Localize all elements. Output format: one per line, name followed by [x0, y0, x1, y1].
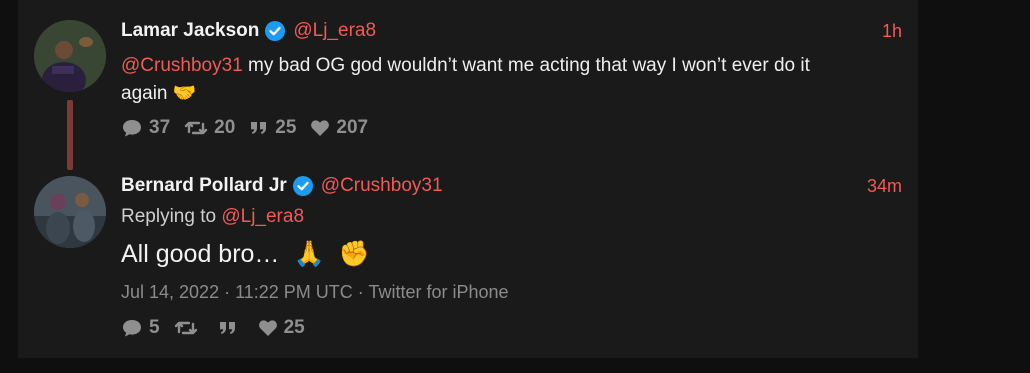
reply-count: 5 — [149, 317, 160, 338]
quote-button[interactable] — [218, 320, 244, 336]
raised-fist-emoji: ✊ — [338, 240, 370, 268]
tweet-text-line2: again — [121, 83, 168, 104]
replying-to-label: Replying to — [121, 206, 217, 227]
like-count: 25 — [283, 317, 305, 338]
tweet-text: All good bro… 🙏 ✊ — [121, 240, 370, 269]
like-button[interactable]: 25 — [258, 317, 305, 339]
tweet-time[interactable]: 34m — [867, 176, 902, 197]
like-button[interactable]: 207 — [310, 117, 368, 139]
display-name[interactable]: Bernard Pollard Jr — [121, 175, 287, 197]
retweet-button[interactable] — [174, 319, 204, 337]
tweet-lamar[interactable]: Lamar Jackson @Lj_era8 1h @Crushboy31 my… — [18, 0, 918, 170]
retweet-count: 20 — [214, 117, 236, 138]
like-count: 207 — [336, 117, 369, 138]
comment-icon — [121, 318, 143, 338]
tweet-thread-card: Lamar Jackson @Lj_era8 1h @Crushboy31 my… — [18, 0, 918, 358]
replying-to: Replying to @Lj_era8 — [121, 206, 304, 228]
tweet-header: Lamar Jackson @Lj_era8 — [121, 20, 376, 42]
tweet-bernard[interactable]: Bernard Pollard Jr @Crushboy31 34m Reply… — [18, 160, 918, 358]
praying-hands-emoji: 🙏 — [293, 240, 325, 268]
retweet-icon — [184, 119, 208, 137]
mention-link[interactable]: @Crushboy31 — [121, 55, 243, 76]
tweet-meta[interactable]: Jul 14, 2022 · 11:22 PM UTC · Twitter fo… — [121, 282, 509, 303]
replying-to-link[interactable]: @Lj_era8 — [221, 206, 304, 227]
comment-icon — [121, 118, 143, 138]
retweet-button[interactable]: 20 — [184, 117, 235, 139]
heart-icon — [258, 319, 278, 337]
tweet-text-body: All good bro… — [121, 240, 280, 268]
handshake-emoji: 🤝 — [172, 83, 197, 104]
reply-count: 37 — [149, 117, 171, 138]
retweet-icon — [174, 319, 198, 337]
tweet-header: Bernard Pollard Jr @Crushboy31 — [121, 175, 443, 197]
heart-icon — [310, 119, 330, 137]
reply-button[interactable]: 5 — [121, 317, 160, 339]
tweet-stats: 37 20 25 207 — [121, 117, 382, 139]
quote-count: 25 — [275, 117, 297, 138]
quote-icon — [218, 320, 238, 336]
quote-icon — [249, 120, 269, 136]
display-name[interactable]: Lamar Jackson — [121, 20, 259, 42]
username-handle[interactable]: @Lj_era8 — [293, 20, 376, 42]
tweet-stats: 5 25 — [121, 317, 319, 339]
avatar[interactable] — [34, 176, 106, 248]
verified-badge-icon — [265, 21, 286, 41]
verified-badge-icon — [292, 176, 313, 196]
tweet-text: @Crushboy31 my bad OG god wouldn’t want … — [121, 52, 901, 108]
avatar[interactable] — [34, 20, 106, 92]
username-handle[interactable]: @Crushboy31 — [321, 175, 443, 197]
quote-button[interactable]: 25 — [249, 117, 296, 139]
tweet-time[interactable]: 1h — [882, 21, 902, 42]
reply-button[interactable]: 37 — [121, 117, 170, 139]
tweet-text-line1: my bad OG god wouldn’t want me acting th… — [242, 55, 810, 76]
